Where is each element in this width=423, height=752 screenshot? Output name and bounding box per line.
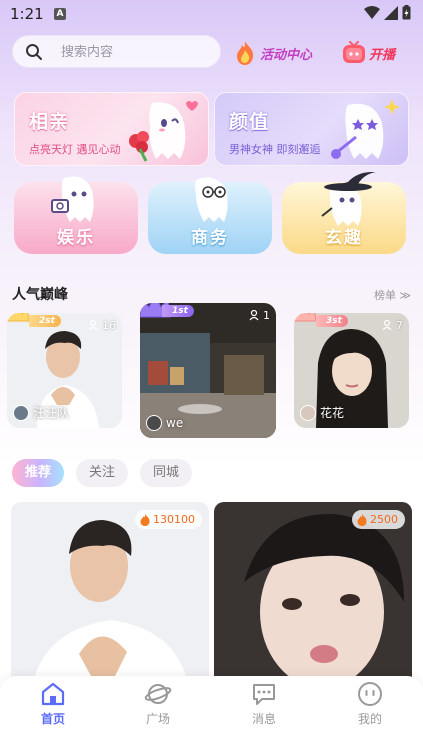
activity-center-label: 活动中心: [260, 47, 313, 63]
activity-center-button[interactable]: 活动中心: [234, 39, 328, 67]
ranking-link[interactable]: 榜单 ≫: [374, 287, 411, 303]
tabbar-square-label: 广场: [145, 712, 170, 726]
popular-room-1[interactable]: 1st 1 we: [140, 303, 276, 438]
planet-icon: [144, 684, 172, 704]
people-icon: [249, 310, 259, 321]
heat-value: 130100: [153, 513, 195, 526]
tab-following[interactable]: 关注: [76, 459, 129, 487]
go-live-label: 开播: [369, 47, 396, 63]
bottom-tab-bar: 首页 广场 消息 我的: [0, 676, 423, 752]
mystic-title: 玄趣: [325, 228, 363, 248]
viewer-count: 7: [382, 319, 403, 332]
home-icon: [41, 682, 65, 706]
ghost-camera-illustration-icon: [51, 176, 94, 222]
viewer-count: 16: [88, 319, 116, 332]
rank-badge: 3st: [316, 315, 348, 327]
viewer-count-value: 7: [396, 319, 403, 332]
heat-value: 2500: [370, 513, 398, 526]
matchmaking-title: 相亲: [29, 111, 70, 133]
status-bar: 1:21 A: [0, 0, 423, 30]
search-bar[interactable]: [12, 35, 221, 68]
host-name: 汪汪队: [33, 406, 70, 420]
host-avatar: [13, 404, 29, 421]
search-icon: [26, 44, 42, 60]
feed-card[interactable]: 2500: [214, 502, 412, 692]
host-name: we: [166, 416, 184, 430]
battery-icon: [402, 5, 411, 20]
feed-card[interactable]: 130100: [11, 502, 209, 692]
business-title: 商务: [191, 228, 229, 248]
profile-face-icon: [358, 682, 382, 706]
viewer-count-value: 16: [102, 319, 116, 332]
rank-badge: 1st: [162, 305, 194, 317]
message-icon: [253, 684, 275, 705]
host-avatar: [300, 404, 316, 421]
tabbar-profile[interactable]: 我的: [330, 680, 410, 727]
matchmaking-card[interactable]: 相亲 点亮天灯 遇见心动: [14, 92, 209, 166]
tabbar-profile-label: 我的: [357, 712, 382, 726]
status-icons: [364, 5, 411, 20]
beauty-subtitle: 男神女神 即刻邂逅: [229, 143, 321, 156]
host-info: we: [146, 415, 183, 431]
host-name: 花花: [320, 406, 345, 420]
ghost-wand-illustration-icon: [331, 99, 400, 159]
entertainment-title: 娱乐: [57, 228, 95, 248]
crown-bronze-icon: [294, 313, 317, 322]
matchmaking-subtitle: 点亮天灯 遇见心动: [29, 143, 121, 156]
ghost-witch-hat-illustration-icon: [321, 172, 376, 226]
feed-cover-photo: [11, 502, 209, 692]
entertainment-card[interactable]: 娱乐: [14, 176, 138, 254]
people-icon: [88, 320, 98, 331]
tabbar-messages-label: 消息: [251, 712, 276, 726]
signal-icon: [384, 5, 398, 20]
tv-icon: [343, 41, 365, 63]
crown-silver-icon: [7, 313, 30, 322]
popular-section-title: 人气巅峰: [12, 287, 68, 303]
status-time: 1:21: [10, 5, 44, 23]
search-input[interactable]: [61, 42, 211, 62]
popular-room-2[interactable]: 2st 16 汪汪队: [7, 313, 122, 428]
host-info: 花花: [300, 404, 344, 421]
flame-icon: [237, 41, 254, 65]
mystic-card[interactable]: 玄趣: [282, 172, 406, 254]
tabbar-square[interactable]: 广场: [118, 680, 198, 727]
tabbar-home[interactable]: 首页: [13, 680, 93, 727]
heat-badge: 2500: [352, 510, 405, 529]
rank-badge: 2st: [29, 315, 61, 327]
tabbar-messages[interactable]: 消息: [224, 680, 304, 727]
viewer-count-value: 1: [263, 309, 270, 322]
people-icon: [382, 320, 392, 331]
tab-nearby[interactable]: 同城: [140, 459, 193, 487]
wifi-icon: [364, 5, 380, 19]
feed-tabs: 推荐 关注 同城: [12, 459, 193, 487]
host-avatar: [146, 415, 162, 431]
viewer-count: 1: [249, 309, 270, 322]
ghost-rose-illustration-icon: [129, 101, 198, 162]
host-info: 汪汪队: [13, 404, 69, 421]
tabbar-home-label: 首页: [40, 712, 65, 726]
heat-badge: 130100: [135, 510, 202, 529]
go-live-button[interactable]: 开播: [342, 39, 414, 67]
fire-icon: [357, 513, 367, 526]
business-card[interactable]: 商务: [148, 177, 272, 254]
beauty-card[interactable]: 颜值 男神女神 即刻邂逅: [214, 92, 409, 166]
notification-badge: A: [54, 8, 66, 20]
popular-room-3[interactable]: 3st 7 花花: [294, 313, 409, 428]
fire-icon: [140, 513, 150, 526]
tab-recommend[interactable]: 推荐: [12, 459, 65, 487]
feed-cover-photo: [214, 502, 412, 692]
ghost-glasses-illustration-icon: [195, 177, 228, 222]
beauty-title: 颜值: [229, 111, 270, 133]
